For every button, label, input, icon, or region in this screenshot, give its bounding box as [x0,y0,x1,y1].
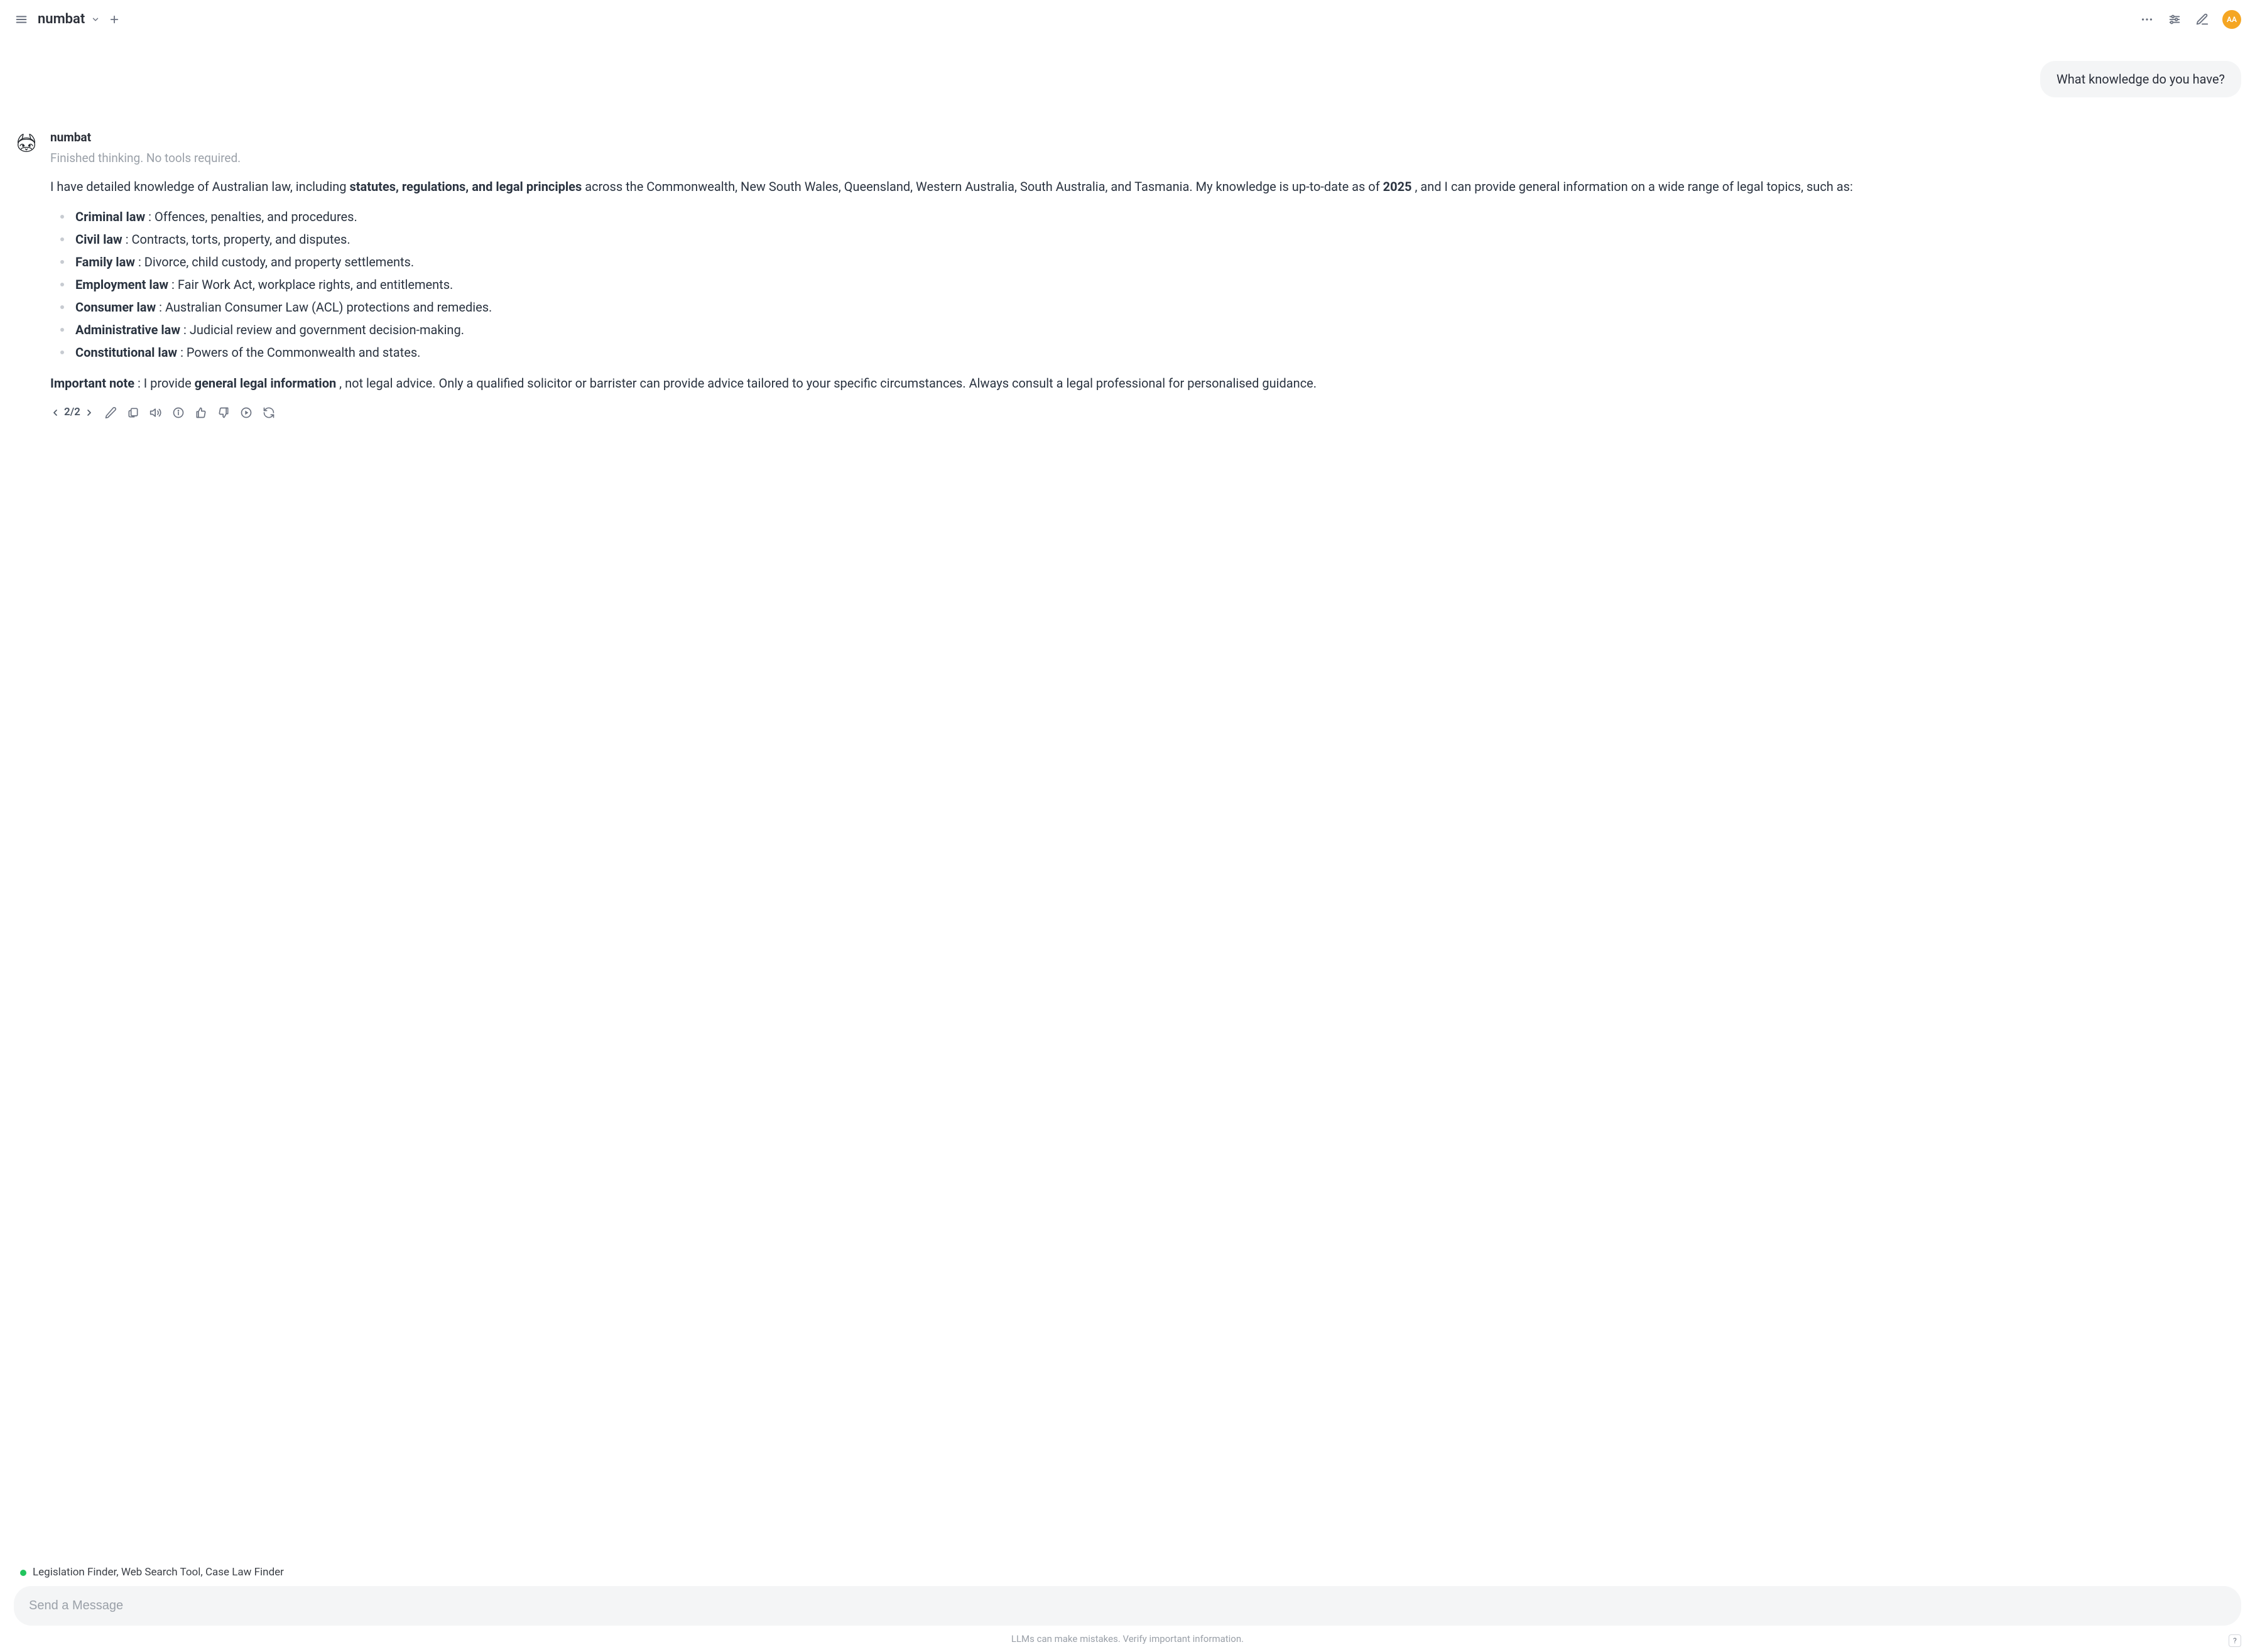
header-right: AA [2139,10,2241,29]
disclaimer-row: LLMs can make mistakes. Verify important… [14,1632,2241,1646]
list-item: Criminal law : Offences, penalties, and … [60,205,2241,228]
tools-list-text: Legislation Finder, Web Search Tool, Cas… [33,1565,284,1581]
model-selector[interactable]: numbat [38,9,100,30]
knowledge-list: Criminal law : Offences, penalties, and … [50,205,2241,364]
user-message-bubble: What knowledge do you have? [2040,61,2241,97]
chat-scroll-area[interactable]: What knowledge do you have? numbat Finis… [0,36,2255,1565]
list-item: Consumer law : Australian Consumer Law (… [60,296,2241,318]
regenerate-icon[interactable] [263,406,275,419]
intro-year: 2025 [1383,179,1412,194]
message-input[interactable] [29,1599,2226,1613]
page-indicator: 2/2 [64,405,80,421]
more-icon[interactable] [2139,12,2154,27]
model-name: numbat [38,9,85,30]
user-message-text: What knowledge do you have? [2057,72,2225,87]
intro-paragraph: I have detailed knowledge of Australian … [50,176,2241,198]
help-button[interactable]: ? [2229,1634,2241,1647]
pager-prev-icon[interactable] [50,408,60,418]
message-toolbar: 2/2 [50,405,2241,421]
menu-icon[interactable] [14,12,29,27]
list-item: Family law : Divorce, child custody, and… [60,251,2241,273]
intro-pre: I have detailed knowledge of Australian … [50,179,349,194]
avatar-initials: AA [2227,14,2237,25]
copy-icon[interactable] [127,406,139,419]
footer: Legislation Finder, Web Search Tool, Cas… [0,1565,2255,1652]
intro-bold: statutes, regulations, and legal princip… [349,179,582,194]
assistant-message-block: numbat Finished thinking. No tools requi… [14,129,2241,421]
assistant-name-label: numbat [50,129,2241,147]
user-message-row: What knowledge do you have? [14,61,2241,97]
assistant-avatar-icon [14,130,39,155]
status-line: Finished thinking. No tools required. [50,149,2241,168]
tools-status-line: Legislation Finder, Web Search Tool, Cas… [14,1565,2241,1581]
new-chat-button[interactable] [109,14,120,25]
note-mid2: , not legal advice. Only a qualified sol… [336,376,1317,391]
compose-icon[interactable] [2195,12,2210,27]
settings-sliders-icon[interactable] [2167,12,2182,27]
note-paragraph: Important note : I provide general legal… [50,372,2241,394]
user-avatar[interactable]: AA [2222,10,2241,29]
note-mid1: : I provide [134,376,195,391]
assistant-content: numbat Finished thinking. No tools requi… [50,129,2241,421]
note-label: Important note [50,376,134,391]
app-header: numbat AA [0,0,2255,36]
thumbs-down-icon[interactable] [217,406,230,419]
intro-post: , and I can provide general information … [1412,179,1853,194]
intro-mid: across the Commonwealth, New South Wales… [582,179,1383,194]
pager-next-icon[interactable] [84,408,94,418]
status-dot-icon [20,1570,26,1576]
header-left: numbat [14,9,120,30]
chevron-down-icon [91,15,100,24]
thumbs-up-icon[interactable] [195,406,207,419]
list-item: Constitutional law : Powers of the Commo… [60,341,2241,364]
message-composer[interactable] [14,1586,2241,1626]
list-item: Employment law : Fair Work Act, workplac… [60,273,2241,296]
edit-icon[interactable] [104,406,117,419]
speaker-icon[interactable] [149,406,162,419]
list-item: Civil law : Contracts, torts, property, … [60,228,2241,251]
disclaimer-text: LLMs can make mistakes. Verify important… [1011,1633,1244,1644]
info-icon[interactable] [172,406,185,419]
note-bold: general legal information [195,376,337,391]
response-pager: 2/2 [50,405,94,421]
play-circle-icon[interactable] [240,406,253,419]
list-item: Administrative law : Judicial review and… [60,318,2241,341]
